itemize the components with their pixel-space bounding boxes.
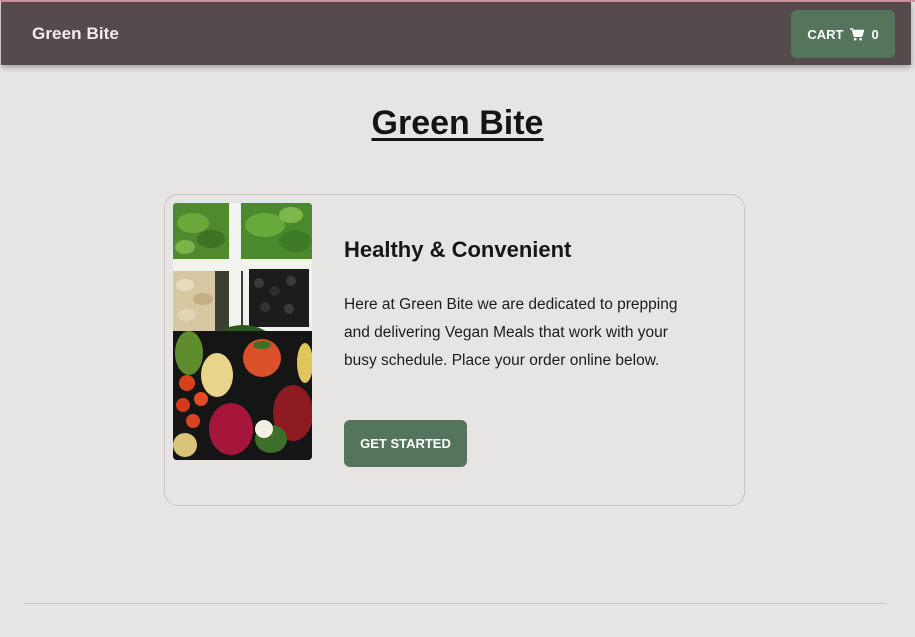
page-title: Green Bite [371, 104, 544, 142]
shopping-cart-icon [850, 27, 865, 41]
cart-count: 0 [871, 26, 879, 42]
card-heading: Healthy & Convenient [344, 237, 572, 262]
cart-button[interactable]: CART 0 [791, 10, 895, 58]
navbar: Green Bite CART 0 [1, 2, 911, 65]
cart-label: CART [807, 26, 844, 42]
card-description: Here at Green Bite we are dedicated to p… [344, 296, 678, 369]
brand-link[interactable]: Green Bite [32, 24, 119, 44]
footer-divider [24, 603, 887, 604]
intro-card: Healthy & Convenient Here at Green Bite … [164, 194, 745, 506]
vegetables-bowls-image [173, 203, 312, 460]
get-started-button[interactable]: GET STARTED [344, 420, 467, 467]
